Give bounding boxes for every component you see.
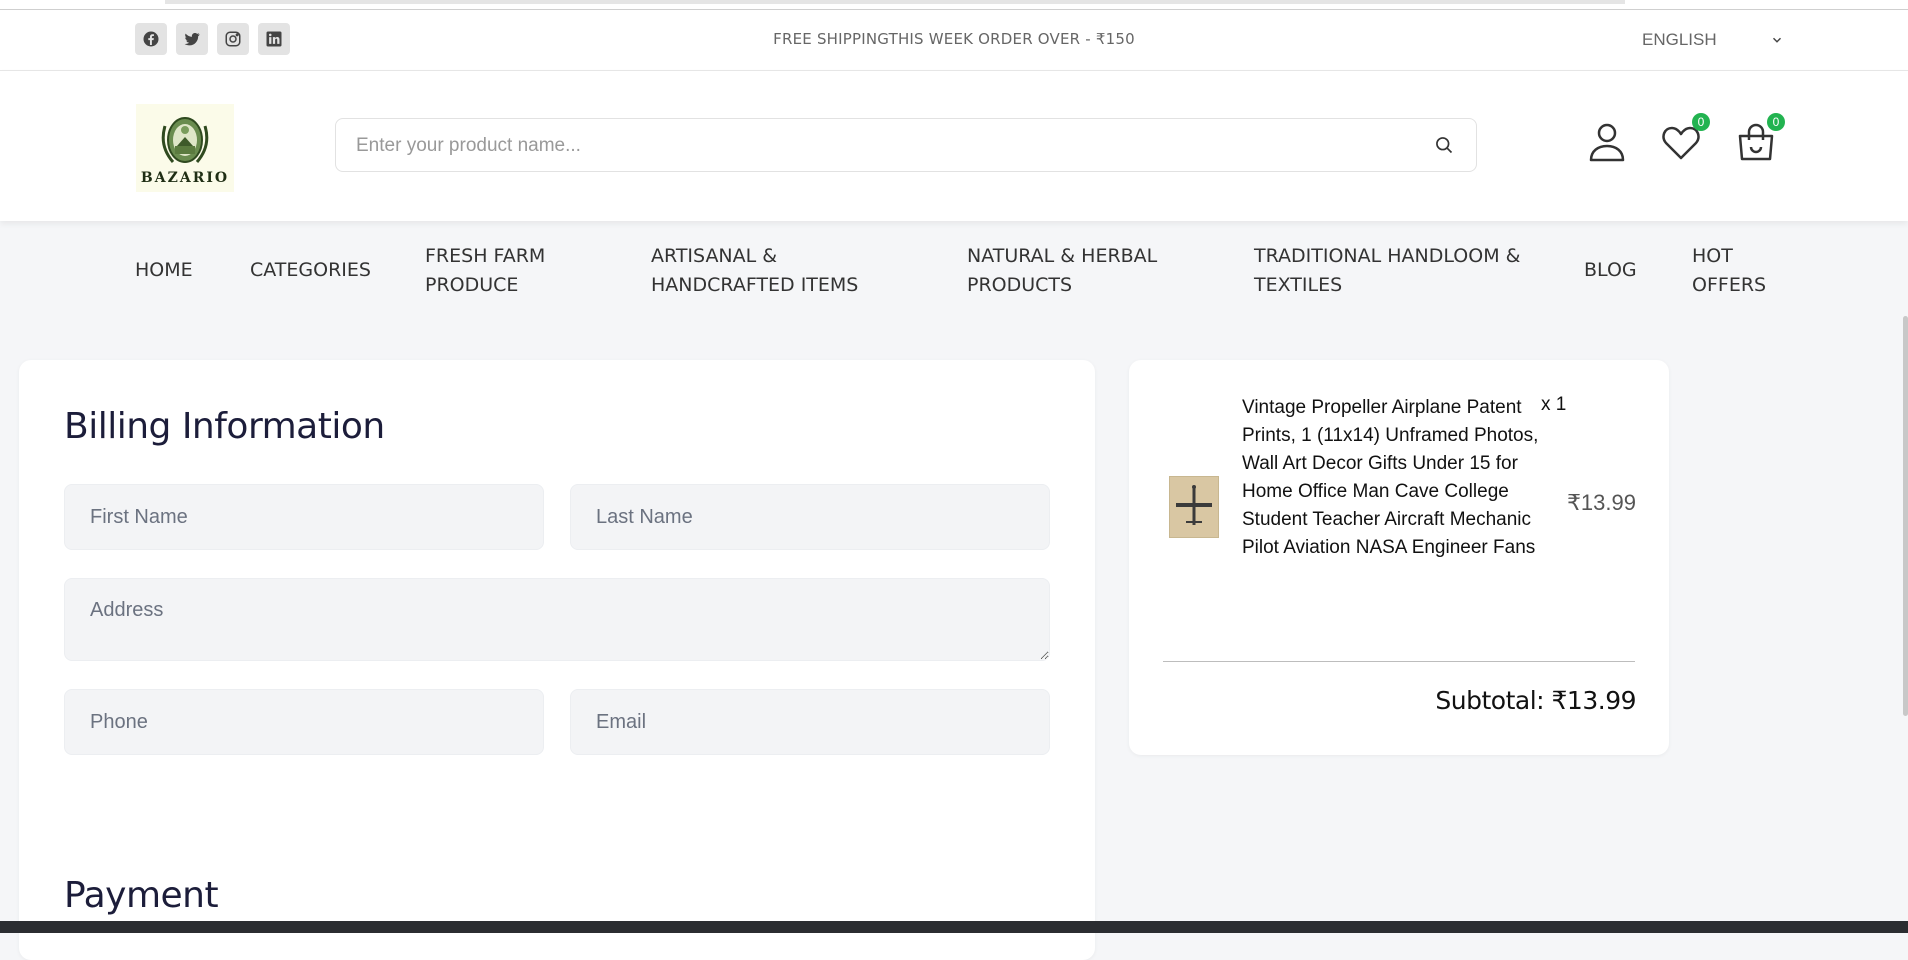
nav-item-hot-offers[interactable]: HOT OFFERS bbox=[1692, 242, 1782, 300]
cart-count-badge: 0 bbox=[1767, 113, 1785, 131]
summary-divider bbox=[1163, 661, 1635, 662]
main-navigation: HOME CATEGORIES FRESH FARM PRODUCE ARTIS… bbox=[0, 222, 1908, 314]
site-header: BAZARIO 0 0 bbox=[0, 71, 1908, 221]
email-input[interactable] bbox=[571, 690, 1049, 754]
first-name-input[interactable] bbox=[65, 485, 543, 549]
phone-input[interactable] bbox=[65, 690, 543, 754]
last-name-field bbox=[570, 484, 1050, 550]
top-strip bbox=[165, 0, 1625, 4]
last-name-input[interactable] bbox=[571, 485, 1049, 549]
payment-title: Payment bbox=[64, 875, 219, 916]
wishlist-icon[interactable]: 0 bbox=[1660, 113, 1710, 163]
order-summary-card: Vintage Propeller Airplane Patent Prints… bbox=[1129, 360, 1669, 755]
wishlist-count-badge: 0 bbox=[1692, 113, 1710, 131]
cart-icon[interactable]: 0 bbox=[1735, 113, 1785, 163]
billing-form-card: Billing Information Payment bbox=[19, 360, 1095, 960]
search-icon[interactable] bbox=[1434, 135, 1454, 155]
product-search bbox=[335, 118, 1477, 173]
subtotal: Subtotal: ₹13.99 bbox=[1435, 686, 1636, 715]
billing-title: Billing Information bbox=[64, 406, 385, 447]
account-icon[interactable] bbox=[1586, 121, 1628, 163]
address-field bbox=[64, 578, 1050, 661]
nav-item-categories[interactable]: CATEGORIES bbox=[250, 256, 371, 285]
chevron-down-icon bbox=[1772, 37, 1782, 43]
product-quantity: x 1 bbox=[1541, 394, 1567, 415]
logo-emblem-icon bbox=[161, 117, 209, 163]
product-price: ₹13.99 bbox=[1566, 490, 1636, 515]
nav-item-fresh-farm-produce[interactable]: FRESH FARM PRODUCE bbox=[425, 242, 590, 300]
language-selector[interactable]: ENGLISH bbox=[1642, 30, 1784, 50]
nav-item-traditional-handloom[interactable]: TRADITIONAL HANDLOOM & TEXTILES bbox=[1254, 242, 1544, 300]
language-label: ENGLISH bbox=[1642, 30, 1717, 49]
shipping-promo: FREE SHIPPINGTHIS WEEK ORDER OVER - ₹150 bbox=[773, 30, 1135, 48]
address-input[interactable] bbox=[65, 579, 1049, 660]
email-field bbox=[570, 689, 1050, 755]
nav-item-home[interactable]: HOME bbox=[135, 256, 193, 285]
phone-field bbox=[64, 689, 544, 755]
product-title[interactable]: Vintage Propeller Airplane Patent Prints… bbox=[1242, 394, 1552, 562]
nav-item-blog[interactable]: BLOG bbox=[1584, 256, 1637, 285]
search-input[interactable] bbox=[354, 119, 1418, 173]
nav-item-natural-herbal[interactable]: NATURAL & HERBAL PRODUCTS bbox=[967, 242, 1172, 300]
first-name-field bbox=[64, 484, 544, 550]
os-taskbar bbox=[0, 921, 1908, 933]
page-scrollbar[interactable] bbox=[1903, 316, 1908, 716]
top-bar: FREE SHIPPINGTHIS WEEK ORDER OVER - ₹150… bbox=[0, 10, 1908, 71]
site-logo[interactable]: BAZARIO bbox=[136, 104, 234, 192]
nav-item-artisanal-handcrafted[interactable]: ARTISANAL & HANDCRAFTED ITEMS bbox=[651, 242, 881, 300]
airplane-print-icon bbox=[1170, 477, 1218, 537]
logo-text: BAZARIO bbox=[140, 170, 230, 186]
product-thumbnail[interactable] bbox=[1169, 476, 1219, 538]
